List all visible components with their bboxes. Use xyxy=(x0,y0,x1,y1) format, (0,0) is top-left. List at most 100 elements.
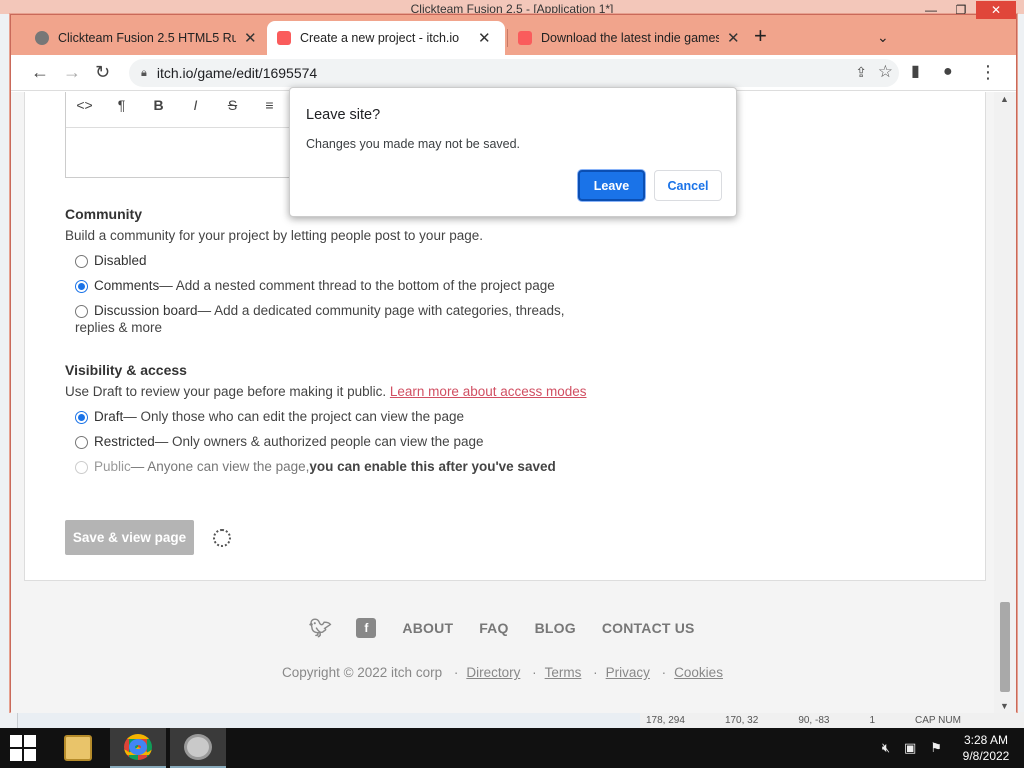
scroll-down-arrow-icon[interactable]: ▼ xyxy=(1000,701,1009,711)
community-option-discussion-board[interactable]: Discussion board — Add a dedicated commu… xyxy=(75,303,565,318)
tab-clickteam[interactable]: Clickteam Fusion 2.5 HTML5 Runtime ✕ xyxy=(25,21,267,55)
close-tab-icon[interactable]: ✕ xyxy=(727,29,740,47)
start-button[interactable] xyxy=(0,728,46,768)
visibility-description-text: Use Draft to review your page before mak… xyxy=(65,384,390,399)
visibility-title: Visibility & access xyxy=(65,362,187,378)
profile-avatar-icon[interactable]: ● xyxy=(943,63,953,81)
taskbar-file-explorer[interactable] xyxy=(50,728,106,768)
bookmark-star-icon[interactable]: ☆ xyxy=(878,62,893,82)
tab-label: Create a new project - itch.io xyxy=(300,31,460,45)
visibility-description: Use Draft to review your page before mak… xyxy=(65,384,587,399)
url-text[interactable]: itch.io/game/edit/1695574 xyxy=(157,65,317,81)
footer-link-contact[interactable]: CONTACT US xyxy=(602,620,695,636)
radio-button[interactable] xyxy=(75,436,88,449)
code-icon[interactable]: <> xyxy=(66,97,103,113)
network-icon[interactable]: ▣ xyxy=(904,740,916,756)
facebook-icon[interactable]: f xyxy=(356,618,377,638)
community-option-disabled[interactable]: Disabled xyxy=(75,253,147,268)
minimize-button[interactable]: — xyxy=(916,1,946,19)
cancel-button[interactable]: Cancel xyxy=(654,170,722,201)
chrome-icon xyxy=(124,734,152,760)
strikethrough-icon[interactable]: S xyxy=(214,97,251,113)
editor-textarea[interactable] xyxy=(66,128,304,176)
forward-arrow-icon[interactable]: → xyxy=(63,63,81,81)
editor-toolbar: <> ¶ B I S ≡ xyxy=(66,92,304,128)
bold-icon[interactable]: B xyxy=(140,97,177,113)
community-option-comments[interactable]: Comments — Add a nested comment thread t… xyxy=(75,278,555,293)
leave-site-dialog: Leave site? Changes you made may not be … xyxy=(289,87,737,217)
close-tab-icon[interactable]: ✕ xyxy=(244,29,257,47)
rich-text-editor[interactable]: <> ¶ B I S ≡ xyxy=(65,92,305,178)
lock-icon[interactable]: 🔒︎ xyxy=(141,67,147,80)
dialog-title: Leave site? xyxy=(306,107,381,123)
tab-strip: — ❐ ✕ Clickteam Fusion 2.5 HTML5 Runtime… xyxy=(11,1,1016,55)
close-tab-icon[interactable]: ✕ xyxy=(478,29,491,47)
taskbar-chrome[interactable] xyxy=(110,728,166,768)
tab-itch-create[interactable]: Create a new project - itch.io ✕ xyxy=(267,21,505,55)
option-label: Restricted xyxy=(94,434,155,449)
status-offset: 90, -83 xyxy=(798,714,830,726)
loading-spinner-icon xyxy=(213,529,231,547)
restore-button[interactable]: ❐ xyxy=(946,1,976,19)
menu-kebab-icon[interactable]: ⋮ xyxy=(979,63,997,81)
list-icon[interactable]: ≡ xyxy=(251,97,288,113)
community-description: Build a community for your project by le… xyxy=(65,228,483,243)
footer-link-privacy[interactable]: Privacy xyxy=(606,665,650,680)
radio-button-selected[interactable] xyxy=(75,411,88,424)
footer-link-cookies[interactable]: Cookies xyxy=(674,665,723,680)
footer-link-directory[interactable]: Directory xyxy=(466,665,520,680)
side-panel-icon[interactable]: ▮ xyxy=(911,63,920,81)
share-icon[interactable]: ⇪ xyxy=(855,64,867,81)
taskbar-clickteam[interactable] xyxy=(170,728,226,768)
tab-label: Download the latest indie games xyxy=(541,31,719,45)
italic-icon[interactable]: I xyxy=(177,97,214,113)
option-description-continued: replies & more xyxy=(75,320,163,335)
paragraph-icon[interactable]: ¶ xyxy=(103,97,140,113)
clock-date: 9/8/2022 xyxy=(962,749,1010,763)
copyright-line: Copyright © 2022 itch corp · Directory · T… xyxy=(282,665,723,680)
globe-icon xyxy=(35,31,49,45)
back-arrow-icon[interactable]: ← xyxy=(31,63,49,81)
leave-button[interactable]: Leave xyxy=(578,170,645,201)
visibility-option-restricted[interactable]: Restricted — Only owners & authorized pe… xyxy=(75,434,483,449)
close-window-button[interactable]: ✕ xyxy=(976,1,1016,19)
radio-button[interactable] xyxy=(75,255,88,268)
footer-link-blog[interactable]: BLOG xyxy=(535,620,576,636)
twitter-icon[interactable]: 🐦︎ xyxy=(309,618,332,638)
option-description: — Only owners & authorized people can vi… xyxy=(154,434,484,449)
background-app-statusbar: 178, 294 170, 32 90, -83 1 CAP NUM xyxy=(640,712,1024,728)
footer-link-terms[interactable]: Terms xyxy=(545,665,582,680)
learn-more-link[interactable]: Learn more about access modes xyxy=(390,384,587,399)
new-tab-button[interactable]: + xyxy=(754,25,767,47)
footer-link-about[interactable]: ABOUT xyxy=(402,620,453,636)
option-label: Comments xyxy=(94,278,160,293)
address-bar[interactable]: 🔒︎ itch.io/game/edit/1695574 ⇪ ☆ xyxy=(129,59,899,87)
tab-search-button[interactable]: ⌄ xyxy=(877,29,889,46)
footer-link-faq[interactable]: FAQ xyxy=(479,620,508,636)
visibility-option-draft[interactable]: Draft — Only those who can edit the proj… xyxy=(75,409,464,424)
action-center-flag-icon[interactable]: ⚑ xyxy=(930,740,942,756)
option-label: Disabled xyxy=(94,253,147,268)
option-note: you can enable this after you've saved xyxy=(309,459,556,474)
system-clock[interactable]: 3:28 AM 9/8/2022 xyxy=(956,732,1016,764)
itch-icon xyxy=(277,31,291,45)
community-title: Community xyxy=(65,206,142,222)
windows-logo-icon xyxy=(10,735,36,761)
visibility-option-public: Public — Anyone can view the page, you c… xyxy=(75,459,556,474)
volume-muted-icon[interactable]: 🔇︎ xyxy=(882,740,890,756)
scroll-up-arrow-icon[interactable]: ▲ xyxy=(1000,94,1009,104)
option-label: Discussion board xyxy=(94,303,198,318)
footer-nav: 🐦︎ f ABOUT FAQ BLOG CONTACT US xyxy=(11,618,994,638)
reload-icon[interactable]: ↻ xyxy=(95,63,110,81)
option-label: Public xyxy=(94,459,131,474)
save-and-view-button[interactable]: Save & view page xyxy=(65,520,194,555)
page-scrollbar[interactable]: ▲ ▼ xyxy=(994,92,1016,713)
tab-itch-download[interactable]: Download the latest indie games ✕ xyxy=(508,21,750,55)
radio-button[interactable] xyxy=(75,305,88,318)
folder-icon xyxy=(64,735,92,761)
tab-label: Clickteam Fusion 2.5 HTML5 Runtime xyxy=(58,31,236,45)
clickteam-icon xyxy=(184,734,212,760)
clock-time: 3:28 AM xyxy=(963,733,1009,747)
scroll-thumb[interactable] xyxy=(1000,602,1010,692)
radio-button-selected[interactable] xyxy=(75,280,88,293)
